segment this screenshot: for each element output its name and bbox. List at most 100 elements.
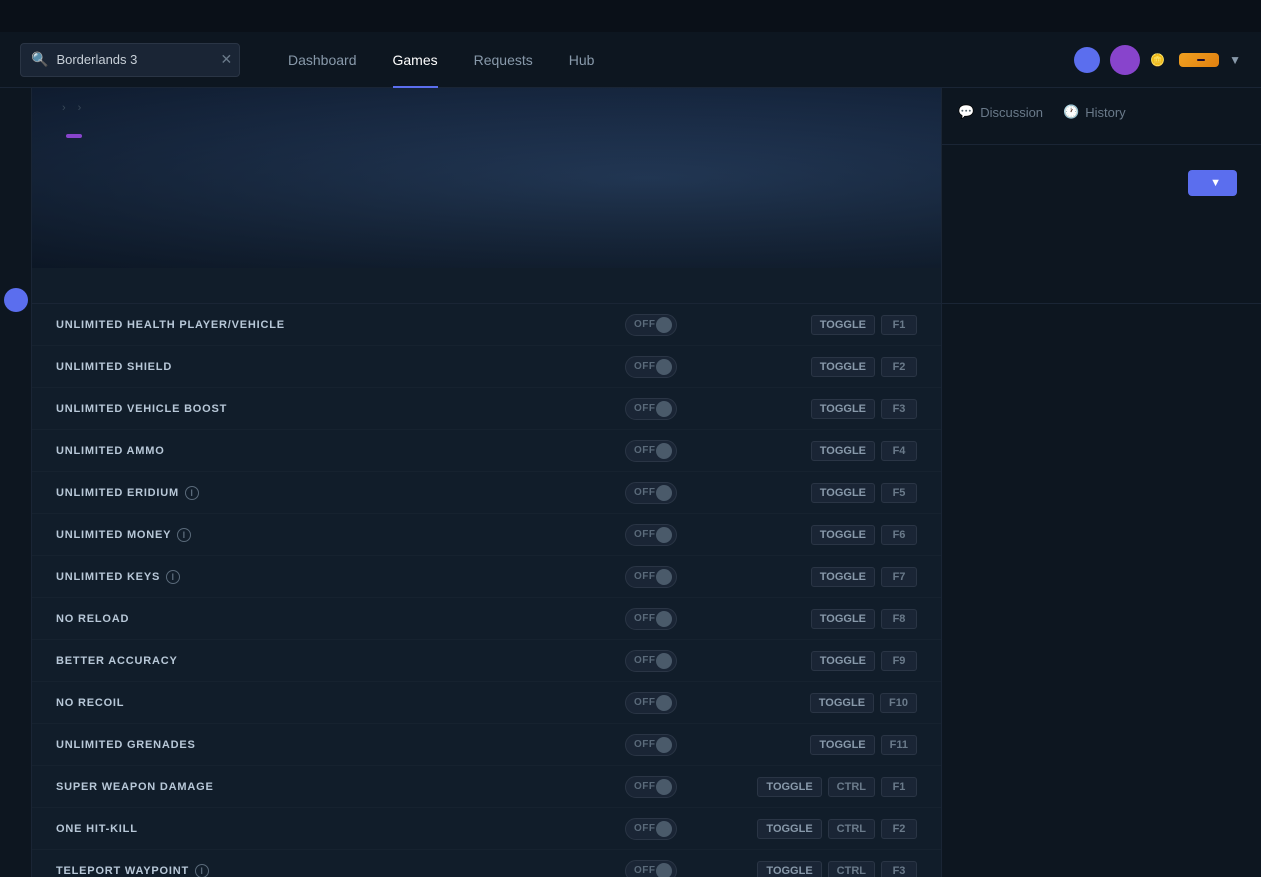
creator-badge (66, 134, 82, 138)
nav-hub[interactable]: Hub (551, 32, 613, 88)
key-badge[interactable]: F11 (881, 735, 917, 755)
cheat-name: TELEPORT WAYPOINTi (56, 864, 625, 877)
search-input[interactable] (56, 52, 216, 67)
cheat-row: UNLIMITED SHIELDOFF TOGGLE F2 (32, 346, 941, 388)
key-badge[interactable]: TOGGLE (810, 693, 874, 713)
key-badge[interactable]: TOGGLE (811, 651, 875, 671)
key-badge[interactable]: F5 (881, 483, 917, 503)
key-badge[interactable]: TOGGLE (757, 777, 821, 797)
cheat-row: UNLIMITED VEHICLE BOOSTOFF TOGGLE F3 (32, 388, 941, 430)
minimize-button[interactable] (1123, 0, 1169, 32)
key-badge[interactable]: F6 (881, 525, 917, 545)
toggle-switch[interactable]: OFF (625, 818, 677, 840)
cheat-name: UNLIMITED HEALTH PLAYER/VEHICLE (56, 319, 625, 331)
key-badge[interactable]: F1 (881, 777, 917, 797)
fix-arrow-icon: ▼ (1210, 177, 1221, 189)
key-badge[interactable]: TOGGLE (810, 735, 874, 755)
cheat-name: UNLIMITED AMMO (56, 445, 625, 457)
info-icon[interactable]: i (195, 864, 209, 877)
key-badge[interactable]: TOGGLE (811, 567, 875, 587)
key-badge[interactable]: TOGGLE (811, 315, 875, 335)
key-badge[interactable]: F4 (881, 441, 917, 461)
key-badge[interactable]: F3 (881, 861, 917, 877)
user-area: 🪙 ▼ (1074, 45, 1241, 75)
key-badge[interactable]: F8 (881, 609, 917, 629)
toggle-switch[interactable]: OFF (625, 482, 677, 504)
key-badge[interactable]: TOGGLE (811, 441, 875, 461)
cheat-row: UNLIMITED KEYSiOFF TOGGLE F7 (32, 556, 941, 598)
keybind-area: TOGGLE F6 (737, 525, 917, 545)
cheat-name: ONE HIT-KILL (56, 823, 625, 835)
toggle-switch[interactable]: OFF (625, 398, 677, 420)
key-badge[interactable]: TOGGLE (811, 525, 875, 545)
keybind-area: TOGGLE F8 (737, 609, 917, 629)
toggle-switch[interactable]: OFF (625, 314, 677, 336)
cheat-row: UNLIMITED GRENADESOFF TOGGLE F11 (32, 724, 941, 766)
toggle-switch[interactable]: OFF (625, 734, 677, 756)
key-badge[interactable]: F9 (881, 651, 917, 671)
breadcrumb-sep2: › (78, 102, 82, 114)
cheat-row: UNLIMITED AMMOOFF TOGGLE F4 (32, 430, 941, 472)
toggle-switch[interactable]: OFF (625, 776, 677, 798)
toggle-switch[interactable]: OFF (625, 608, 677, 630)
toggle-switch[interactable]: OFF (625, 692, 677, 714)
key-badge[interactable]: F1 (881, 315, 917, 335)
sidebar-player-tab (0, 88, 32, 877)
keybind-area: TOGGLE F10 (737, 693, 917, 713)
key-badge[interactable]: TOGGLE (811, 483, 875, 503)
key-badge[interactable]: TOGGLE (811, 357, 875, 377)
key-badge[interactable]: F2 (881, 357, 917, 377)
nav-dashboard[interactable]: Dashboard (270, 32, 375, 88)
toggle-switch[interactable]: OFF (625, 440, 677, 462)
info-icon[interactable]: i (166, 570, 180, 584)
close-button[interactable] (1215, 0, 1261, 32)
search-icon: 🔍 (31, 51, 48, 68)
key-badge[interactable]: CTRL (828, 819, 875, 839)
maximize-button[interactable] (1169, 0, 1215, 32)
toggle-switch[interactable]: OFF (625, 650, 677, 672)
cheat-name: UNLIMITED VEHICLE BOOST (56, 403, 625, 415)
key-badge[interactable]: F7 (881, 567, 917, 587)
breadcrumb-sep1: › (62, 102, 66, 114)
keybind-area: TOGGLE CTRL F1 (737, 777, 917, 797)
cheat-name: UNLIMITED ERIDIUMi (56, 486, 625, 500)
cheat-name: UNLIMITED MONEYi (56, 528, 625, 542)
key-badge[interactable]: CTRL (828, 777, 875, 797)
toggle-switch[interactable]: OFF (625, 860, 677, 877)
nav-requests[interactable]: Requests (456, 32, 551, 88)
key-badge[interactable]: TOGGLE (757, 861, 821, 877)
key-badge[interactable]: TOGGLE (811, 609, 875, 629)
toggle-switch[interactable]: OFF (625, 524, 677, 546)
key-badge[interactable]: F2 (881, 819, 917, 839)
info-icon[interactable]: i (185, 486, 199, 500)
toggle-switch[interactable]: OFF (625, 566, 677, 588)
user-dropdown-arrow[interactable]: ▼ (1229, 53, 1241, 67)
key-badge[interactable]: F10 (880, 693, 917, 713)
upgrade-button[interactable] (1179, 53, 1219, 67)
keybind-area: TOGGLE CTRL F3 (737, 861, 917, 877)
clear-search-icon[interactable]: ✕ (220, 51, 232, 68)
info-icon[interactable]: i (177, 528, 191, 542)
cheat-name: UNLIMITED SHIELD (56, 361, 625, 373)
toggle-switch[interactable]: OFF (625, 356, 677, 378)
coins-display: 🪙 (1150, 53, 1169, 67)
key-badge[interactable]: CTRL (828, 861, 875, 877)
cheat-name: NO RELOAD (56, 613, 625, 625)
cheat-name: UNLIMITED GRENADES (56, 739, 625, 751)
cheat-row: ONE HIT-KILLOFF TOGGLE CTRL F2 (32, 808, 941, 850)
cheat-name: UNLIMITED KEYSi (56, 570, 625, 584)
key-badge[interactable]: TOGGLE (757, 819, 821, 839)
cheat-name: BETTER ACCURACY (56, 655, 625, 667)
keybind-area: TOGGLE F2 (737, 357, 917, 377)
cheat-row: UNLIMITED ERIDIUMiOFF TOGGLE F5 (32, 472, 941, 514)
search-box[interactable]: 🔍 ✕ (20, 43, 240, 77)
keybind-area: TOGGLE CTRL F2 (737, 819, 917, 839)
nav-games[interactable]: Games (375, 32, 456, 88)
top-navigation: 🔍 ✕ Dashboard Games Requests Hub 🪙 ▼ (0, 32, 1261, 88)
key-badge[interactable]: F3 (881, 399, 917, 419)
cheat-row: UNLIMITED HEALTH PLAYER/VEHICLEOFF TOGGLE… (32, 304, 941, 346)
key-badge[interactable]: TOGGLE (811, 399, 875, 419)
coin-icon: 🪙 (1150, 53, 1165, 67)
fix-button[interactable]: ▼ (1188, 170, 1237, 196)
notification-badge[interactable] (1074, 47, 1100, 73)
